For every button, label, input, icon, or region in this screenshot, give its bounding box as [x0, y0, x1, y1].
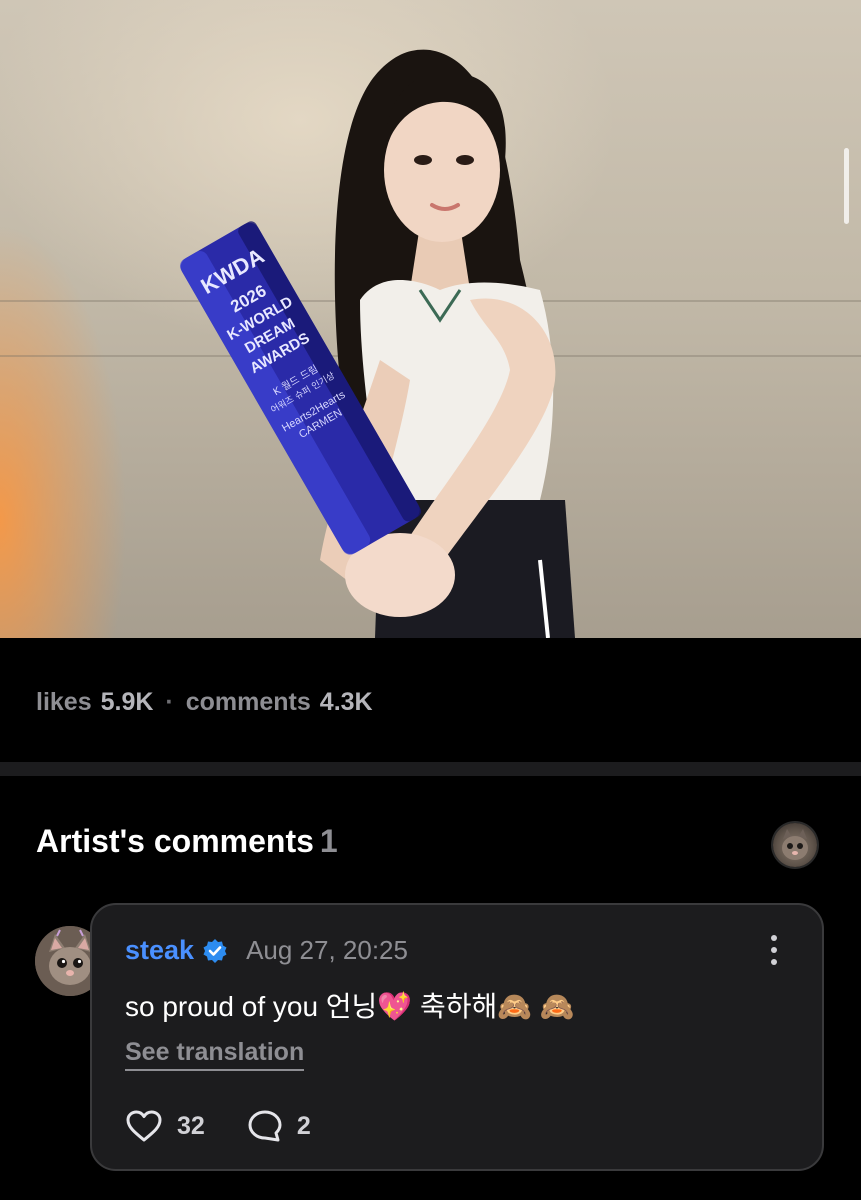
- comment-author-name[interactable]: steak: [125, 935, 194, 966]
- likes-count[interactable]: 5.9K: [101, 688, 154, 717]
- likes-label: likes: [36, 687, 92, 716]
- artist-comment-card[interactable]: steak Aug 27, 20:25 so proud of you 언닝💖 …: [90, 903, 824, 1171]
- comments-count[interactable]: 4.3K: [320, 688, 373, 717]
- comments-label: comments: [185, 687, 311, 716]
- artist-comments-title: Artist's comments 1: [36, 823, 338, 860]
- like-button[interactable]: 32: [125, 1109, 205, 1143]
- verified-badge-icon: [203, 938, 227, 963]
- see-translation-link[interactable]: See translation: [125, 1038, 305, 1071]
- comment-header: steak Aug 27, 20:25: [125, 935, 408, 966]
- cat-avatar-icon[interactable]: [773, 823, 817, 867]
- reply-button[interactable]: 2: [247, 1109, 311, 1143]
- comment-timestamp: Aug 27, 20:25: [246, 935, 408, 965]
- post-stats: likes 5.9K · comments 4.3K: [36, 684, 373, 720]
- chat-bubble-icon: [248, 1110, 282, 1142]
- more-vertical-icon[interactable]: [770, 935, 778, 965]
- post-photo[interactable]: KWDA 2026 K-WORLD DREAM AWARDS K 월드 드림 어…: [0, 0, 861, 638]
- comment-text: so proud of you 언닝💖 축하해🙈 🙈: [125, 991, 575, 1022]
- artist-comments-count: 1: [319, 823, 338, 859]
- photo-illustration: KWDA 2026 K-WORLD DREAM AWARDS K 월드 드림 어…: [180, 49, 575, 638]
- comment-actions: 32 2: [125, 1109, 353, 1143]
- reply-count: 2: [296, 1111, 311, 1140]
- artist-comments-label: Artist's comments: [36, 823, 314, 859]
- like-count: 32: [177, 1111, 205, 1140]
- heart-icon: [126, 1110, 162, 1142]
- stats-separator: ·: [165, 687, 174, 716]
- section-divider: [0, 762, 861, 776]
